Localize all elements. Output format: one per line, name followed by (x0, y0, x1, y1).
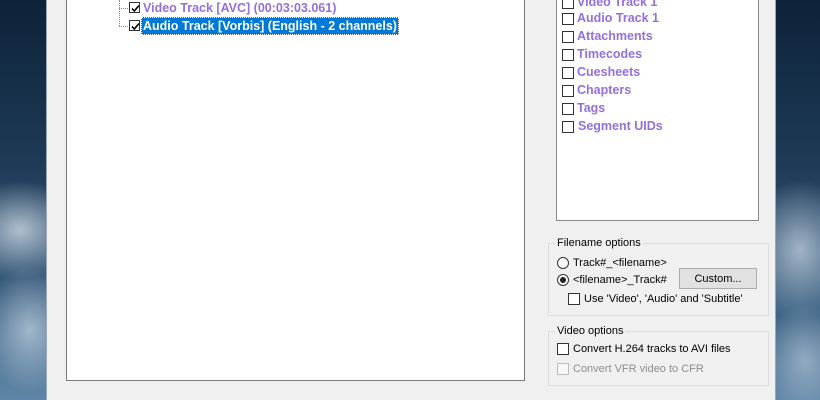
convert-h264-checkbox[interactable] (557, 343, 569, 355)
convert-vfr-label: Convert VFR video to CFR (573, 363, 704, 375)
track-tree-view[interactable]: Video Track [AVC] (00:03:03.061) Audio T… (66, 0, 525, 381)
list-item-label: Cuesheets (577, 65, 641, 79)
radio-button[interactable] (557, 257, 569, 269)
checkmark-icon (131, 4, 140, 13)
convert-vfr-checkbox[interactable] (557, 363, 569, 375)
app-window: Video Track [AVC] (00:03:03.061) Audio T… (46, 0, 776, 400)
list-item-label: Timecodes (577, 47, 643, 61)
list-item-label: Segment UIDs (578, 119, 663, 133)
timecodes-checkbox[interactable] (562, 49, 574, 61)
video-options-title: Video options (555, 324, 626, 338)
checkmark-icon (131, 22, 140, 31)
audio-track-1-checkbox[interactable] (562, 13, 574, 25)
cuesheets-checkbox[interactable] (562, 67, 574, 79)
tree-connector-branch (119, 26, 128, 27)
convert-h264-label: Convert H.264 tracks to AVI files (573, 343, 731, 355)
list-item-label: Chapters (577, 83, 632, 97)
video-track-label: Video Track [AVC] (00:03:03.061) (143, 1, 337, 15)
attachments-checkbox[interactable] (562, 31, 574, 43)
list-item-label: Audio Track 1 (577, 11, 659, 25)
tree-connector-line (119, 0, 120, 26)
video-track-1-checkbox[interactable] (562, 0, 574, 9)
video-options-group: Video options (548, 324, 769, 386)
tags-checkbox[interactable] (562, 103, 574, 115)
radio-filename-track-label: <filename>_Track# (573, 274, 667, 286)
video-track-checkbox[interactable] (129, 2, 140, 13)
audio-track-label: Audio Track [Vorbis] (English - 2 channe… (141, 17, 399, 35)
extract-options-list[interactable]: Video Track 1 Audio Track 1 Attachments … (556, 0, 759, 221)
radio-button-selected[interactable] (557, 274, 569, 286)
list-item-label: Attachments (577, 29, 653, 43)
custom-button[interactable]: Custom... (679, 268, 757, 289)
filename-options-title: Filename options (555, 236, 643, 250)
list-item-label: Tags (577, 101, 606, 115)
segment-uids-checkbox[interactable] (562, 121, 574, 133)
chapters-checkbox[interactable] (562, 85, 574, 97)
use-type-names-checkbox[interactable] (568, 293, 580, 305)
use-type-names-label: Use 'Video', 'Audio' and 'Subtitle' (584, 293, 743, 305)
tree-connector-branch (119, 8, 128, 9)
audio-track-checkbox[interactable] (129, 20, 140, 31)
radio-track-filename-label: Track#_<filename> (573, 257, 667, 269)
